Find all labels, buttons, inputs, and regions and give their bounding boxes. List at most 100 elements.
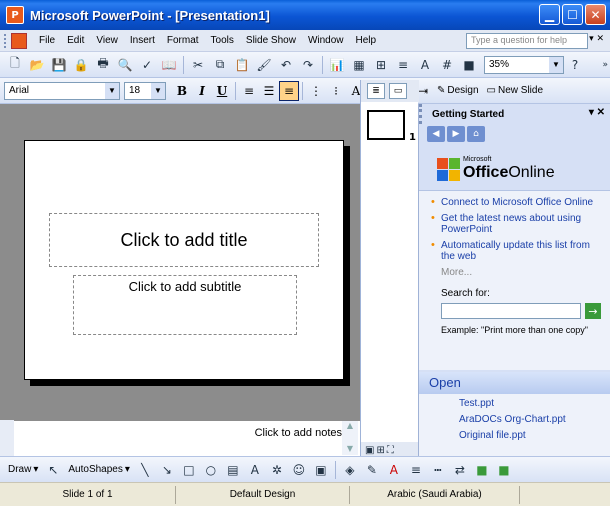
- clip-art-icon[interactable]: ☺: [289, 460, 309, 480]
- color-grayscale-icon[interactable]: ■: [459, 55, 479, 75]
- diagram-icon[interactable]: ✲: [267, 460, 287, 480]
- text-box-icon[interactable]: ▤: [223, 460, 243, 480]
- new-icon[interactable]: 🗋: [5, 55, 25, 75]
- wordart-icon[interactable]: A: [245, 460, 265, 480]
- fill-color-icon[interactable]: ◈: [340, 460, 360, 480]
- outline-tab-icon[interactable]: ≣: [367, 83, 385, 99]
- autoshapes-menu-button[interactable]: AutoShapes ▾: [64, 464, 134, 475]
- draw-menu-button[interactable]: Draw ▾: [4, 464, 42, 475]
- toolbar-grip[interactable]: [4, 33, 7, 48]
- italic-button[interactable]: I: [192, 81, 212, 101]
- arrow-style-icon[interactable]: ⇄: [450, 460, 470, 480]
- menu-insert[interactable]: Insert: [124, 33, 161, 48]
- normal-view-icon[interactable]: ▣: [365, 445, 374, 456]
- permission-icon[interactable]: 🔒: [71, 55, 91, 75]
- notes-pane[interactable]: Click to add notes: [14, 420, 360, 456]
- research-icon[interactable]: 📖: [159, 55, 179, 75]
- print-icon[interactable]: 🖶: [93, 55, 113, 75]
- menu-view[interactable]: View: [90, 33, 124, 48]
- slides-tab-icon[interactable]: ▭: [389, 83, 407, 99]
- select-objects-icon[interactable]: ↖: [43, 460, 63, 480]
- menu-window[interactable]: Window: [302, 33, 350, 48]
- recent-file-link[interactable]: Test.ppt: [459, 398, 610, 409]
- line-color-icon[interactable]: ✎: [362, 460, 382, 480]
- chevron-down-icon[interactable]: ▼: [151, 82, 165, 99]
- print-preview-icon[interactable]: 🔍: [115, 55, 135, 75]
- dash-style-icon[interactable]: ┅: [428, 460, 448, 480]
- tables-borders-icon[interactable]: ⊞: [371, 55, 391, 75]
- chevron-down-icon[interactable]: ▼: [549, 56, 563, 73]
- notes-scrollbar[interactable]: ▲ ▼: [342, 421, 358, 455]
- ask-question-input[interactable]: Type a question for help: [466, 33, 588, 49]
- toolbar-options-icon[interactable]: »: [602, 60, 608, 70]
- shadow-style-icon[interactable]: ■: [472, 460, 492, 480]
- open-icon[interactable]: 📂: [27, 55, 47, 75]
- insert-table-icon[interactable]: ▦: [349, 55, 369, 75]
- back-icon[interactable]: ◀: [427, 126, 445, 142]
- save-icon[interactable]: 💾: [49, 55, 69, 75]
- news-link[interactable]: Get the latest news about using PowerPoi…: [431, 213, 601, 235]
- center-icon[interactable]: ☰: [259, 81, 279, 101]
- align-right-icon[interactable]: ≡: [279, 80, 299, 101]
- undo-icon[interactable]: ↶: [276, 55, 296, 75]
- slide-canvas[interactable]: Click to add title Click to add subtitle: [24, 140, 344, 380]
- spelling-icon[interactable]: ✓: [137, 55, 157, 75]
- line-icon[interactable]: ╲: [135, 460, 155, 480]
- connect-link[interactable]: Connect to Microsoft Office Online: [431, 197, 601, 208]
- redo-icon[interactable]: ↷: [298, 55, 318, 75]
- update-link[interactable]: Automatically update this list from the …: [431, 240, 601, 262]
- slide-sorter-icon[interactable]: ⊞: [376, 445, 384, 456]
- close-document-icon[interactable]: ▾ ✕: [589, 34, 604, 44]
- help-icon[interactable]: ?: [565, 55, 585, 75]
- bullets-icon[interactable]: ⁝: [326, 81, 346, 101]
- font-select[interactable]: Arial ▼: [4, 81, 120, 100]
- numbering-icon[interactable]: ⋮: [306, 81, 326, 101]
- font-color-icon[interactable]: A: [384, 460, 404, 480]
- powerpoint-icon[interactable]: P: [6, 6, 24, 24]
- oval-icon[interactable]: ○: [201, 460, 221, 480]
- more-link[interactable]: More...: [419, 267, 610, 278]
- rectangle-icon[interactable]: □: [179, 460, 199, 480]
- slide-thumbnail[interactable]: [367, 110, 405, 140]
- show-formatting-icon[interactable]: A: [415, 55, 435, 75]
- show-grid-icon[interactable]: #: [437, 55, 457, 75]
- paste-icon[interactable]: 📋: [232, 55, 252, 75]
- search-input[interactable]: [441, 303, 581, 319]
- expand-all-icon[interactable]: ≡: [393, 55, 413, 75]
- home-icon[interactable]: ⌂: [467, 126, 485, 142]
- format-painter-icon[interactable]: 🖌: [254, 55, 274, 75]
- arrow-icon[interactable]: ↘: [157, 460, 177, 480]
- close-button[interactable]: ✕: [585, 4, 606, 25]
- design-button[interactable]: ✎ Design: [433, 85, 483, 96]
- copy-icon[interactable]: ⧉: [210, 55, 230, 75]
- search-go-icon[interactable]: →: [585, 303, 601, 319]
- line-style-icon[interactable]: ≡: [406, 460, 426, 480]
- menu-edit[interactable]: Edit: [61, 33, 90, 48]
- underline-button[interactable]: U: [212, 81, 232, 101]
- new-slide-button[interactable]: ▭ New Slide: [483, 85, 547, 96]
- recent-file-link[interactable]: AraDOCs Org-Chart.ppt: [459, 414, 610, 425]
- scroll-down-icon[interactable]: ▼: [342, 444, 358, 453]
- bold-button[interactable]: B: [172, 81, 192, 101]
- menu-help[interactable]: Help: [350, 33, 383, 48]
- minimize-button[interactable]: ▁: [539, 4, 560, 25]
- cut-icon[interactable]: ✂: [188, 55, 208, 75]
- align-left-icon[interactable]: ≡: [239, 81, 259, 101]
- maximize-button[interactable]: ☐: [562, 4, 583, 25]
- office-online-logo[interactable]: Microsoft OfficeOnline: [437, 156, 555, 182]
- subtitle-placeholder[interactable]: Click to add subtitle: [73, 275, 297, 335]
- slide-show-icon[interactable]: ⛶: [387, 445, 394, 456]
- menu-format[interactable]: Format: [161, 33, 205, 48]
- menu-slide-show[interactable]: Slide Show: [240, 33, 302, 48]
- document-icon[interactable]: [11, 32, 27, 49]
- chevron-down-icon[interactable]: ▼: [105, 82, 119, 99]
- scroll-up-icon[interactable]: ▲: [342, 421, 358, 430]
- menu-tools[interactable]: Tools: [205, 33, 240, 48]
- forward-icon[interactable]: ▶: [447, 126, 465, 142]
- title-placeholder[interactable]: Click to add title: [49, 213, 319, 267]
- font-size-select[interactable]: 18 ▼: [124, 81, 166, 100]
- menu-file[interactable]: File: [33, 33, 61, 48]
- task-pane-close-icon[interactable]: ▾ ✕: [589, 107, 605, 118]
- picture-icon[interactable]: ▣: [311, 460, 331, 480]
- zoom-select[interactable]: 35% ▼: [484, 55, 564, 74]
